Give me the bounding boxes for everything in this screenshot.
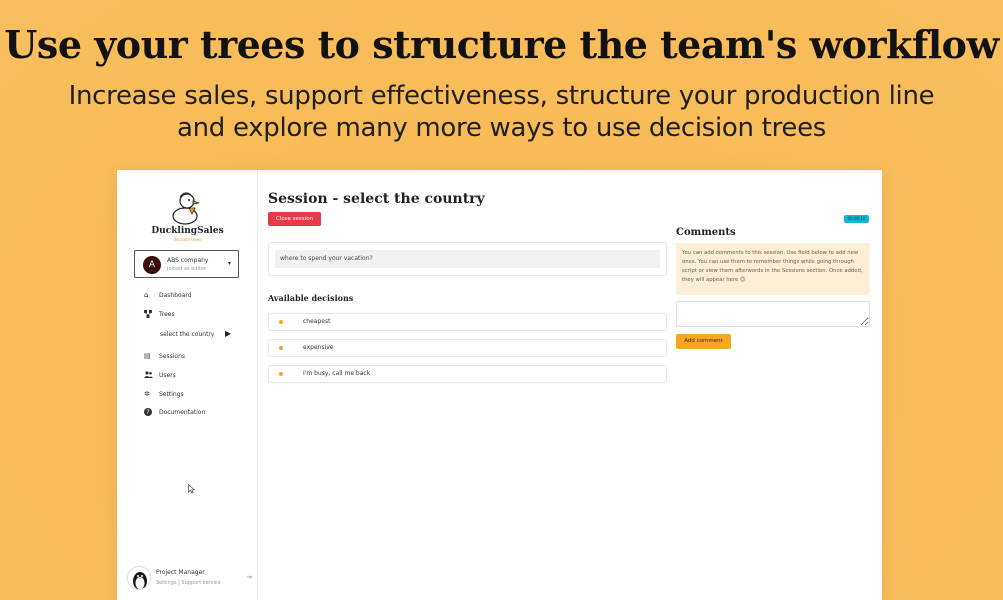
bullet-icon — [279, 372, 283, 376]
close-session-button[interactable]: Close session — [268, 212, 321, 226]
company-switcher[interactable]: A ABS company Joined as editor ▾ — [134, 250, 239, 278]
users-icon — [144, 371, 153, 379]
bullet-icon — [279, 320, 283, 324]
subheadline-line-2: and explore many more ways to use decisi… — [176, 113, 827, 143]
duck-logo-icon — [172, 192, 200, 225]
comment-input[interactable] — [676, 301, 870, 327]
company-name: ABS company — [167, 257, 209, 264]
headline: Use your trees to structure the team's w… — [4, 22, 999, 67]
question-text: where to spend your vacation? — [275, 250, 660, 268]
chevron-down-icon: ▾ — [227, 260, 231, 267]
decision-label: expensive — [303, 344, 334, 351]
user-links: Settings | Support service — [156, 580, 221, 586]
decision-option[interactable]: cheapest — [268, 313, 667, 331]
decision-label: I'm busy, call me back — [303, 370, 371, 377]
question-icon: ? — [144, 408, 152, 416]
sidebar-item-label: Trees — [159, 311, 175, 318]
play-icon[interactable]: ▶ — [225, 329, 231, 338]
support-link[interactable]: Support service — [181, 580, 220, 586]
clipboard-icon: ▤ — [144, 352, 151, 360]
brand-subtitle: decision trees — [173, 237, 202, 242]
decision-label: cheapest — [303, 318, 331, 325]
settings-link[interactable]: Settings — [156, 580, 177, 586]
brand-name: DucklingSales — [151, 226, 224, 236]
comments-info-box: You can add comments to this session. Us… — [676, 243, 870, 295]
subheadline-line-1: Increase sales, support effectiveness, s… — [68, 81, 935, 111]
app-window: DucklingSales decision trees A ABS compa… — [117, 170, 882, 600]
company-avatar: A — [143, 256, 161, 274]
sidebar-item-label: Sessions — [159, 353, 186, 360]
company-role: Joined as editor — [167, 266, 206, 272]
svg-text:?: ? — [146, 409, 149, 416]
decision-option[interactable]: expensive — [268, 339, 667, 357]
session-timer-badge: 00:00:10 — [844, 215, 869, 223]
user-profile: Project Manager Settings | Support servi… — [127, 566, 252, 592]
sidebar-item-label: Documentation — [159, 409, 206, 416]
user-name: Project Manager — [156, 569, 205, 576]
avatar[interactable] — [127, 566, 151, 590]
question-card: where to spend your vacation? — [268, 242, 667, 276]
gear-icon: ✲ — [144, 390, 150, 398]
sidebar-item-label: Dashboard — [159, 292, 192, 299]
comments-heading: Comments — [676, 227, 736, 238]
subheadline: Increase sales, support effectiveness, s… — [0, 80, 1003, 144]
sidebar-subitem-active-tree[interactable]: select the country — [160, 331, 214, 338]
mouse-cursor-icon — [188, 483, 196, 497]
decisions-heading: Available decisions — [268, 293, 354, 303]
sidebar-item-label: Settings — [159, 391, 184, 398]
decision-option[interactable]: I'm busy, call me back — [268, 365, 667, 383]
page-title: Session - select the country — [268, 191, 485, 207]
tree-icon — [144, 310, 152, 318]
sidebar: DucklingSales decision trees A ABS compa… — [117, 170, 258, 600]
add-comment-button[interactable]: Add comment — [676, 334, 731, 349]
sidebar-item-label: Users — [159, 372, 176, 379]
logout-icon[interactable]: ⇥ — [246, 573, 252, 581]
bullet-icon — [279, 346, 283, 350]
home-icon: ⌂ — [144, 291, 149, 299]
